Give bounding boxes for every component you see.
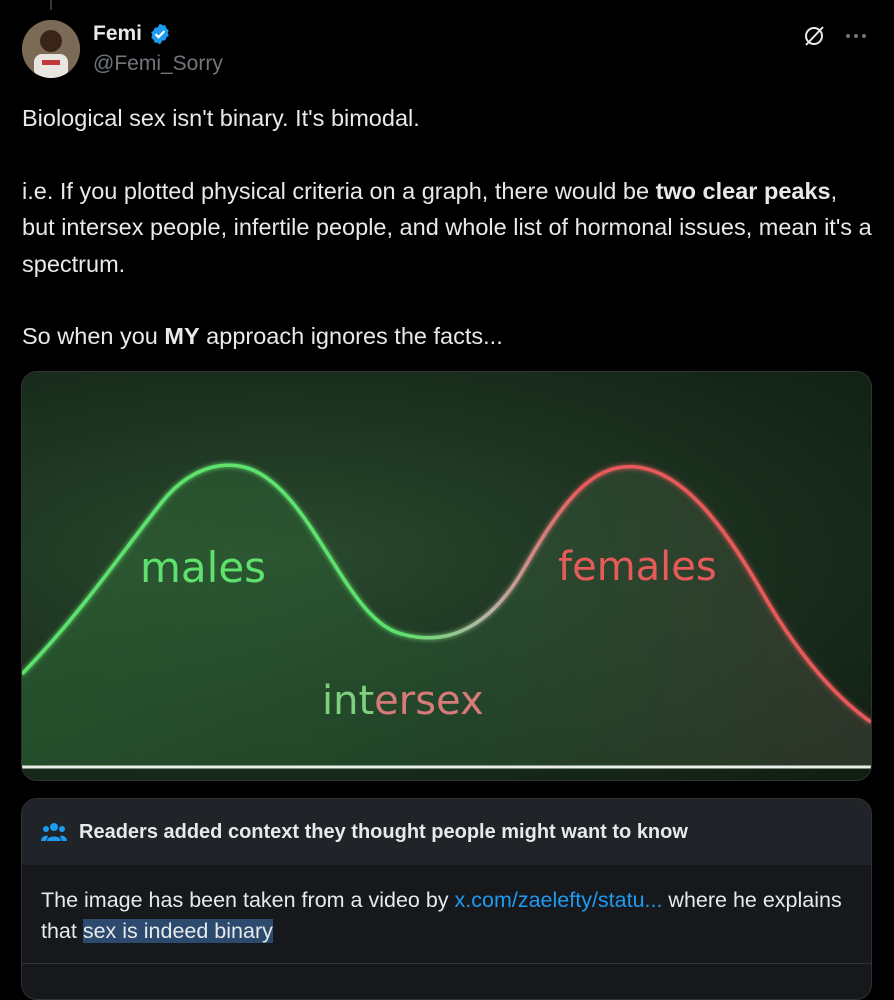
thread-connector-line xyxy=(50,0,52,10)
community-note-title: Readers added context they thought peopl… xyxy=(79,820,688,843)
tweet-bold-text: two clear peaks xyxy=(655,177,831,204)
note-text-span: The image has been taken from a video by xyxy=(41,888,455,912)
community-note: Readers added context they thought peopl… xyxy=(21,798,872,1000)
tweet-image[interactable]: males females intersex xyxy=(21,371,872,781)
community-note-header: Readers added context they thought peopl… xyxy=(22,799,871,865)
tweet-paragraph-1: Biological sex isn't binary. It's bimoda… xyxy=(22,105,420,131)
note-highlighted-text: sex is indeed binary xyxy=(82,919,273,943)
note-link[interactable]: x.com/zaelefty/statu... xyxy=(455,888,663,912)
tweet-text-span: i.e. If you plotted physical criteria on… xyxy=(22,177,656,204)
label-females: females xyxy=(558,544,717,590)
tweet-paragraph-3: So when you MY approach ignores the fact… xyxy=(22,318,872,355)
label-males: males xyxy=(140,543,266,592)
tweet-text: Biological sex isn't binary. It's bimoda… xyxy=(22,100,872,355)
bimodal-curve-image: males females intersex xyxy=(22,463,871,769)
label-intersex-part-2: ersex xyxy=(374,678,483,724)
label-intersex: intersex xyxy=(322,678,484,724)
avatar[interactable] xyxy=(22,20,80,78)
tweet-text-span: approach ignores the facts... xyxy=(199,323,503,349)
label-intersex-part-1: int xyxy=(322,678,374,724)
grok-icon[interactable] xyxy=(800,22,828,50)
divider xyxy=(22,963,871,964)
author-name[interactable]: Femi xyxy=(93,22,142,46)
more-icon[interactable] xyxy=(842,22,870,50)
tweet-paragraph-2: i.e. If you plotted physical criteria on… xyxy=(22,173,872,283)
readers-icon xyxy=(41,823,67,841)
tweet-bold-text: MY xyxy=(164,323,200,349)
author-handle[interactable]: @Femi_Sorry xyxy=(93,52,223,76)
verified-badge-icon xyxy=(151,23,169,45)
tweet-text-span: So when you xyxy=(22,323,165,349)
avatar-image xyxy=(22,20,80,78)
community-note-body: The image has been taken from a video by… xyxy=(22,865,871,947)
